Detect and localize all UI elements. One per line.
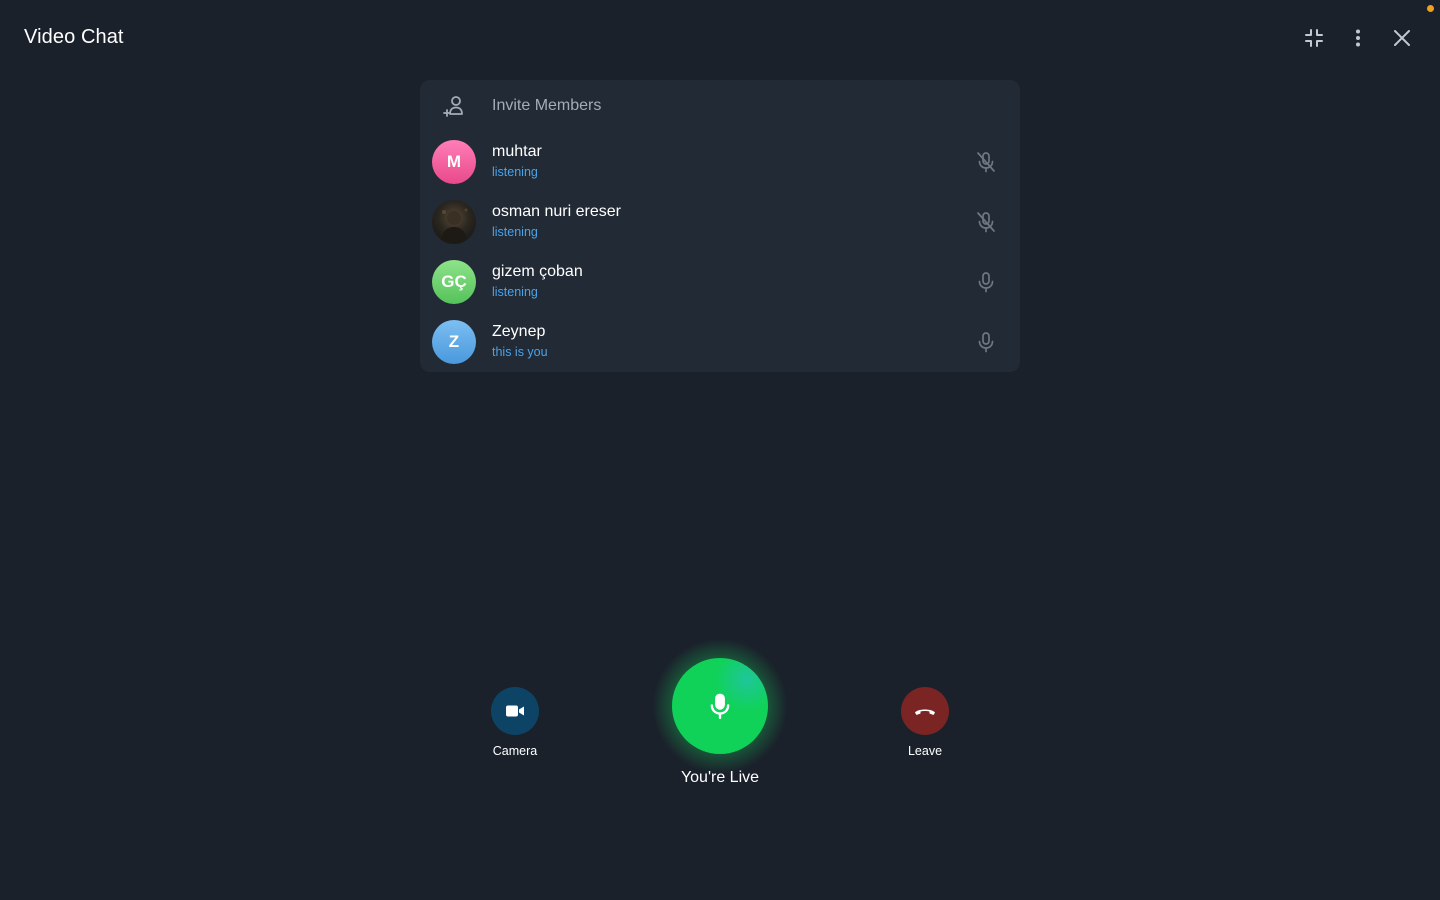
close-icon[interactable] — [1388, 24, 1416, 52]
participants-panel: Invite Members M muhtar listening osman … — [420, 80, 1020, 372]
participant-row-osman[interactable]: osman nuri ereser listening — [420, 192, 1020, 252]
add-user-icon — [442, 93, 468, 119]
shrink-arrows-icon[interactable] — [1300, 24, 1328, 52]
live-mic-button[interactable] — [672, 658, 768, 754]
video-chat-window: Video Chat Invite Members M muhtar liste… — [0, 0, 1440, 900]
avatar-initials: Z — [448, 332, 460, 351]
leave-button[interactable] — [901, 687, 949, 735]
vertical-dots-icon[interactable] — [1344, 24, 1372, 52]
notification-dot — [1427, 5, 1434, 12]
hang-up-icon — [915, 709, 935, 715]
avatar — [432, 200, 476, 244]
avatar: GÇ — [432, 260, 476, 304]
mic-muted-icon[interactable] — [974, 150, 998, 174]
participant-status: listening — [492, 225, 538, 239]
avatar-initials: GÇ — [441, 272, 467, 291]
avatar: Z — [432, 320, 476, 364]
mic-icon[interactable] — [974, 270, 998, 294]
window-title: Video Chat — [24, 26, 124, 48]
avatar-initials: M — [446, 152, 462, 171]
mic-muted-icon[interactable] — [974, 210, 998, 234]
leave-label: Leave — [907, 744, 943, 758]
invite-members-label: Invite Members — [492, 97, 602, 114]
invite-members-button[interactable]: Invite Members — [420, 80, 1020, 132]
avatar: M — [432, 140, 476, 184]
live-status-label: You're Live — [680, 769, 760, 786]
participant-name: osman nuri ereser — [492, 203, 621, 220]
mic-icon — [710, 693, 730, 720]
participant-name: muhtar — [492, 143, 542, 160]
camera-label: Camera — [492, 744, 538, 758]
participant-status: listening — [492, 165, 538, 179]
participant-status: this is you — [492, 345, 548, 359]
participant-row-muhtar[interactable]: M muhtar listening — [420, 132, 1020, 192]
participant-row-zeynep[interactable]: Z Zeynep this is you — [420, 312, 1020, 372]
avatar-photo — [440, 208, 468, 244]
video-camera-icon — [506, 705, 524, 717]
participant-name: Zeynep — [492, 323, 546, 340]
mic-icon[interactable] — [974, 330, 998, 354]
camera-button[interactable] — [491, 687, 539, 735]
participant-name: gizem çoban — [492, 263, 583, 280]
participant-row-gizem[interactable]: GÇ gizem çoban listening — [420, 252, 1020, 312]
participant-status: listening — [492, 285, 538, 299]
